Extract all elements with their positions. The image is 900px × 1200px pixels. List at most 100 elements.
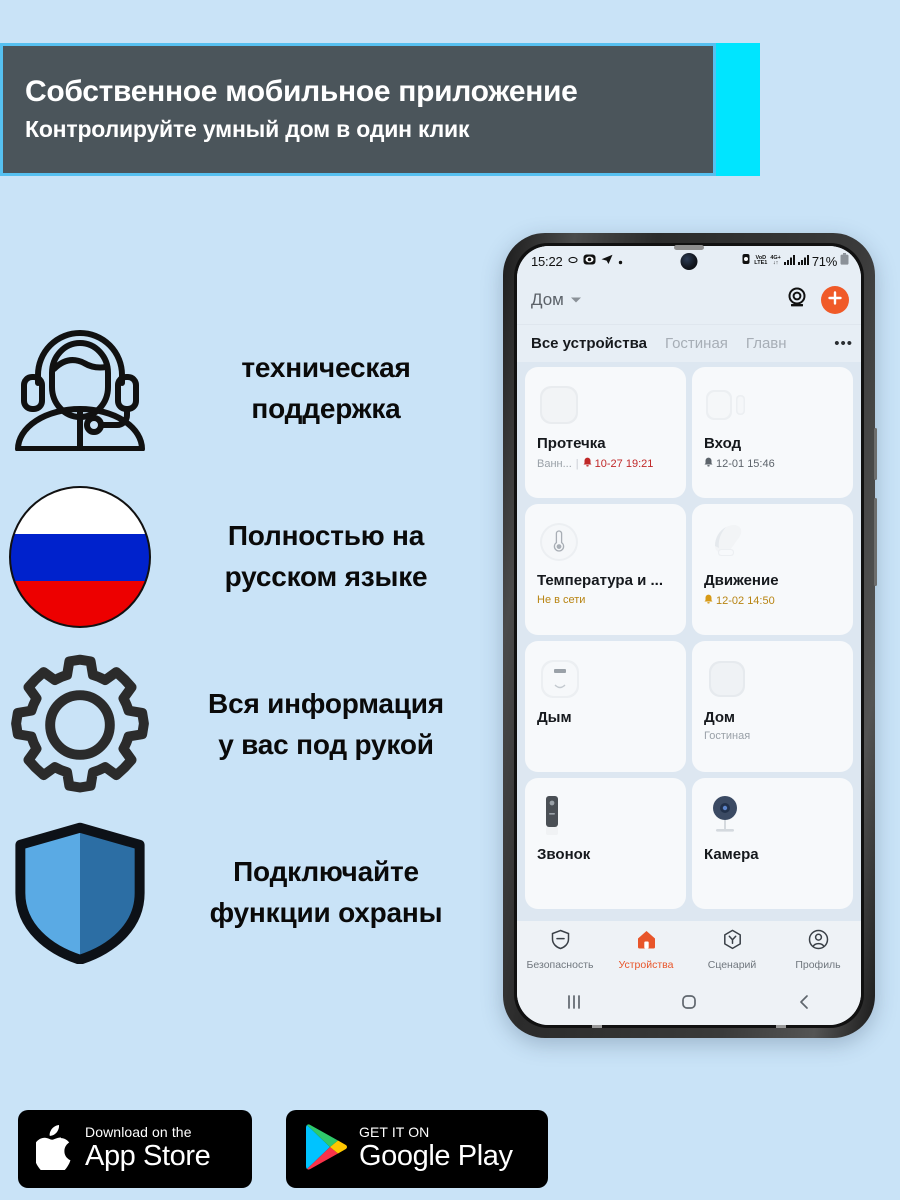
nav-item-profile[interactable]: Профиль: [775, 929, 861, 971]
recents-icon[interactable]: [517, 992, 632, 1012]
phone-volume-button[interactable]: [874, 428, 877, 480]
signal-bars-icon: [797, 252, 809, 270]
leak-sensor-art: [537, 379, 674, 431]
home-selector[interactable]: Дом: [531, 290, 582, 310]
google-play-icon: [304, 1123, 348, 1176]
badge-small-label: GET IT ON: [359, 1124, 430, 1141]
front-camera-punch-hole: [680, 253, 698, 270]
home-square-icon[interactable]: [632, 992, 747, 1012]
smoke-sensor-art: [537, 653, 674, 705]
device-alarm-time: 10-27 19:21: [594, 457, 654, 470]
device-alarm: 12-01 15:46: [704, 457, 775, 470]
feature-item-info: Вся информация у вас под рукой: [0, 641, 500, 809]
phone-screen: 15:22 VoD LTE1 4G+ ↓↑ 71% Дом Все устрой…: [517, 246, 861, 1025]
promo-poster: Собственное мобильное приложение Контрол…: [0, 0, 900, 1200]
nav-label: Профиль: [795, 959, 841, 971]
status-clock: 15:22: [531, 253, 563, 269]
signal-bars-icon: [783, 252, 795, 270]
tab-main[interactable]: Главн: [746, 335, 787, 352]
app-header: Дом: [517, 276, 861, 324]
battery-percent-label: 71%: [811, 253, 837, 269]
device-alarm: 10-27 19:21: [583, 457, 654, 470]
device-name: Температура и ...: [537, 572, 663, 589]
device-status: Не в сети: [537, 594, 586, 606]
motion-sensor-art: [704, 516, 841, 568]
status-bar-left: 15:22: [531, 252, 623, 270]
ring-icon: [567, 252, 578, 270]
tab-all-devices[interactable]: Все устройства: [531, 335, 647, 352]
phone-mockup: 15:22 VoD LTE1 4G+ ↓↑ 71% Дом Все устрой…: [503, 233, 877, 1038]
meta-separator: |: [575, 457, 579, 470]
4gplus-icon: 4G+ ↓↑: [770, 254, 781, 266]
volte-icon: VoD LTE1: [754, 254, 768, 266]
device-name: Дом: [704, 709, 735, 726]
alarm-vibrate-icon: [741, 252, 751, 270]
nav-item-scenario[interactable]: Сценарий: [689, 929, 775, 971]
home-selector-label: Дом: [531, 290, 564, 309]
device-name: Дым: [537, 709, 572, 726]
feature-label: Полностью на русском языке: [224, 520, 428, 592]
tab-overflow-button[interactable]: •••: [830, 335, 853, 352]
battery-icon: [840, 252, 849, 270]
device-room: Ванн...: [537, 457, 572, 470]
back-icon[interactable]: [746, 992, 861, 1012]
bottom-nav: Безопасность Устройства Сценарий Профиль: [517, 921, 861, 979]
status-bar: 15:22 VoD LTE1 4G+ ↓↑ 71%: [517, 246, 861, 276]
nav-item-devices[interactable]: Устройства: [603, 929, 689, 971]
device-alarm-time: 12-01 15:46: [716, 457, 775, 470]
page-subtitle: Контролируйте умный дом в один клик: [25, 115, 470, 142]
doorbell-art: [537, 790, 674, 842]
headset-support-icon: [0, 327, 160, 451]
add-device-button[interactable]: [821, 286, 849, 314]
device-card-motion[interactable]: Движение 12-02 14:50: [692, 504, 853, 635]
feature-item-security: Подключайте функции охраны: [0, 809, 500, 977]
device-name: Звонок: [537, 846, 591, 863]
russian-flag-icon: [0, 486, 160, 628]
nav-label: Сценарий: [707, 959, 757, 971]
device-name: Движение: [704, 572, 779, 589]
hexagon-y-icon: [722, 929, 743, 955]
door-sensor-art: [704, 379, 841, 431]
device-meta: Ванн... | 10-27 19:21: [537, 457, 674, 470]
camera-view-icon[interactable]: [785, 286, 809, 315]
temp-sensor-art: [537, 516, 674, 568]
status-bar-right: VoD LTE1 4G+ ↓↑ 71%: [741, 252, 849, 270]
dot-icon: [618, 252, 623, 270]
device-card-hub[interactable]: Дом Гостиная: [692, 641, 853, 772]
nav-label: Устройства: [618, 959, 674, 971]
feature-label: техническая поддержка: [241, 352, 411, 424]
device-alarm-time: 12-02 14:50: [716, 594, 775, 607]
bell-icon: [704, 457, 713, 470]
device-room: Гостиная: [704, 730, 751, 742]
nav-item-security[interactable]: Безопасность: [517, 929, 603, 971]
bell-icon: [704, 594, 713, 607]
feature-label: Подключайте функции охраны: [209, 856, 443, 928]
device-card-smoke[interactable]: Дым: [525, 641, 686, 772]
device-card-camera[interactable]: Камера: [692, 778, 853, 909]
feature-item-support: техническая поддержка: [0, 305, 500, 473]
tab-bar: Все устройства Гостиная Главн •••: [517, 324, 861, 362]
google-play-badge[interactable]: GET IT ON Google Play: [286, 1110, 548, 1188]
tab-scroll-area: Все устройства Гостиная Главн: [531, 335, 812, 352]
google-play-badge-text: GET IT ON Google Play: [359, 1125, 513, 1173]
tab-living-room[interactable]: Гостиная: [665, 335, 728, 352]
device-card-entrance[interactable]: Вход 12-01 15:46: [692, 367, 853, 498]
store-badges: Download on the App Store GET IT ON Goog…: [18, 1110, 548, 1188]
phone-power-button[interactable]: [874, 498, 877, 586]
device-name: Вход: [704, 435, 742, 452]
feature-label: Вся информация у вас под рукой: [208, 688, 444, 760]
badge-big-label: App Store: [85, 1139, 211, 1172]
app-header-actions: [785, 286, 849, 315]
earpiece-speaker: [674, 245, 704, 250]
feature-list: техническая поддержка Полностью на русск…: [0, 305, 500, 977]
page-title: Собственное мобильное приложение: [25, 75, 578, 109]
bell-icon: [583, 457, 592, 470]
shield-minus-icon: [550, 929, 571, 955]
badge-big-label: Google Play: [359, 1139, 513, 1172]
device-card-doorbell[interactable]: Звонок: [525, 778, 686, 909]
device-grid: Протечка Ванн... | 10-27 19:21 Вход 12-0…: [517, 362, 861, 921]
device-card-leak[interactable]: Протечка Ванн... | 10-27 19:21: [525, 367, 686, 498]
app-store-badge[interactable]: Download on the App Store: [18, 1110, 252, 1188]
device-card-temperature[interactable]: Температура и ... Не в сети: [525, 504, 686, 635]
nav-label: Безопасность: [526, 959, 594, 971]
